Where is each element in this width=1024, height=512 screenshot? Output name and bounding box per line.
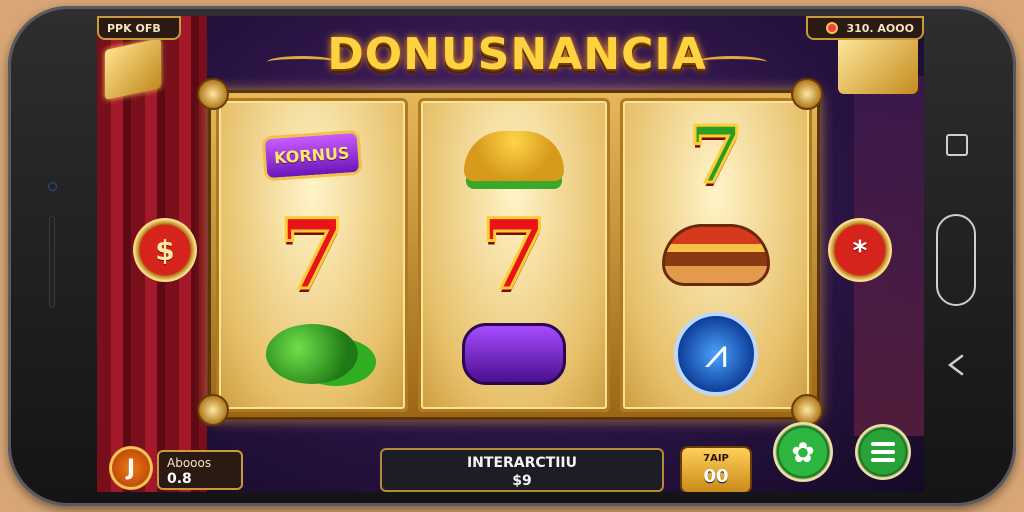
reel-symbol: 7 bbox=[252, 197, 372, 311]
blue-emblem-icon: ⩘ bbox=[674, 312, 758, 397]
frame-corner bbox=[791, 394, 823, 426]
info-panel: INTERARCTIIU $9 bbox=[380, 448, 664, 492]
hud-left-label: PPK OFB bbox=[107, 21, 161, 35]
menu-icon-bar bbox=[871, 458, 895, 462]
gear-icon: ✿ bbox=[791, 435, 815, 469]
back-arrow-icon bbox=[947, 354, 964, 376]
game-title: DONUSNANCIA bbox=[327, 29, 707, 80]
reel-symbol: 7 bbox=[454, 197, 574, 311]
hud-right-label: 310. AOOO bbox=[846, 21, 914, 35]
reel-1: KORNUS 7 bbox=[216, 98, 408, 412]
hud-left: PPK OFB bbox=[97, 16, 181, 40]
bet-button[interactable]: 7AIP 00 bbox=[680, 446, 752, 492]
clover-icon bbox=[266, 324, 358, 385]
seven-symbol: 7 bbox=[687, 108, 744, 202]
coin-leaves-icon bbox=[464, 130, 564, 181]
hud-right: 310. AOOO bbox=[806, 16, 924, 40]
reel-2: 7 bbox=[418, 98, 610, 412]
balance-panel: Abooos 0.8 bbox=[157, 450, 243, 490]
home-button[interactable] bbox=[936, 214, 976, 306]
kornus-badge: KORNUS bbox=[261, 129, 363, 182]
menu-icon-bar bbox=[871, 442, 895, 446]
reel-symbol bbox=[454, 110, 574, 202]
reel-3: 7 ⩘ bbox=[620, 98, 812, 412]
dollar-icon: $ bbox=[155, 233, 175, 267]
reel-frame: KORNUS 7 7 7 ⩘ bbox=[208, 90, 820, 420]
bet-label: 7AIP bbox=[703, 453, 729, 464]
speaker-grille bbox=[49, 216, 55, 308]
seven-symbol: 7 bbox=[277, 197, 347, 311]
menu-icon-bar bbox=[871, 450, 895, 454]
gold-bar-decoration bbox=[838, 34, 918, 94]
asterisk-icon: * bbox=[852, 233, 868, 267]
reel-symbol: KORNUS bbox=[252, 110, 372, 202]
frame-corner bbox=[791, 78, 823, 110]
coin-button[interactable]: J bbox=[109, 446, 153, 490]
sandwich-icon bbox=[662, 223, 770, 286]
reel-symbol bbox=[656, 209, 776, 301]
recent-apps-button[interactable] bbox=[946, 134, 968, 156]
info-value: $9 bbox=[512, 473, 532, 489]
star-button[interactable]: * bbox=[828, 218, 892, 282]
reel-symbol bbox=[252, 308, 372, 400]
frame-corner bbox=[197, 394, 229, 426]
back-button[interactable] bbox=[944, 352, 970, 378]
seven-symbol: 7 bbox=[479, 197, 549, 311]
coin-icon: J bbox=[126, 455, 136, 481]
reel-symbol: 7 bbox=[656, 108, 776, 202]
coin-icon bbox=[826, 22, 839, 34]
reel-symbol bbox=[454, 308, 574, 400]
spin-button[interactable]: ✿ bbox=[773, 422, 833, 482]
info-title: INTERARCTIIU bbox=[466, 455, 578, 471]
game-screen: PPK OFB 310. AOOO DONUSNANCIA $ * KORNUS… bbox=[97, 16, 924, 492]
dollar-button[interactable]: $ bbox=[133, 218, 197, 282]
balance-value: 0.8 bbox=[167, 471, 192, 487]
menu-button[interactable] bbox=[855, 424, 911, 480]
camera-icon bbox=[48, 182, 57, 191]
balance-label: Abooos bbox=[167, 456, 212, 470]
bet-value: 00 bbox=[703, 466, 729, 487]
frame-corner bbox=[197, 78, 229, 110]
purple-chest-icon bbox=[462, 323, 566, 386]
reel-symbol: ⩘ bbox=[656, 308, 776, 400]
